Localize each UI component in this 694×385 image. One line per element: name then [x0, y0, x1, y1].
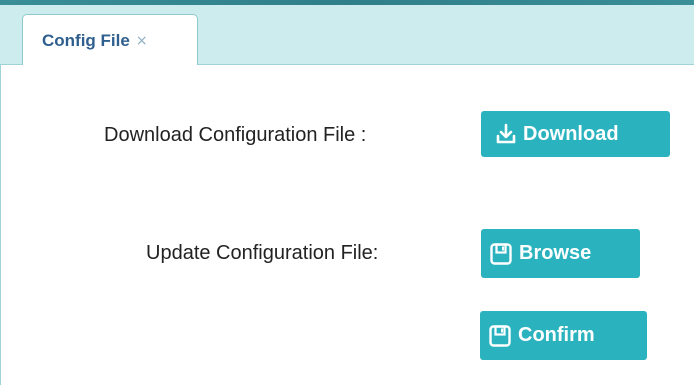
config-file-panel: Download Configuration File : Download U… — [0, 65, 694, 385]
tab-bar: Config File × — [0, 5, 694, 66]
confirm-button[interactable]: Confirm — [480, 311, 647, 360]
close-icon[interactable]: × — [136, 33, 148, 49]
floppy-disk-icon — [489, 242, 513, 266]
floppy-disk-icon — [488, 324, 512, 348]
browse-button-label: Browse — [519, 242, 592, 264]
update-config-label: Update Configuration File: — [146, 242, 379, 264]
download-config-label: Download Configuration File : — [104, 124, 367, 146]
download-button[interactable]: Download — [481, 111, 670, 157]
browse-button[interactable]: Browse — [481, 229, 640, 278]
download-icon — [495, 123, 517, 145]
confirm-button-label: Confirm — [518, 324, 595, 346]
tab-config-file[interactable]: Config File × — [22, 14, 198, 66]
download-button-label: Download — [523, 122, 619, 145]
tab-label: Config File — [42, 30, 130, 50]
